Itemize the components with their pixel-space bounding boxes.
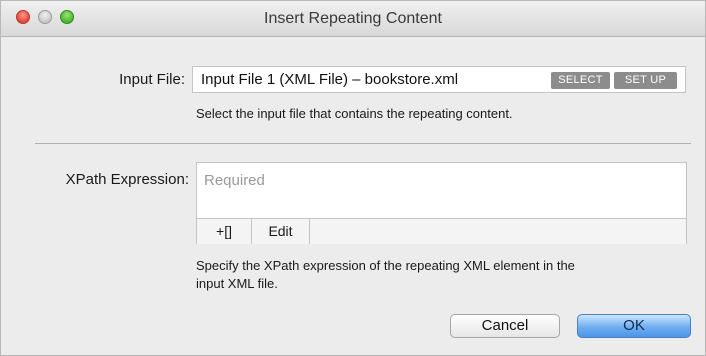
edit-button[interactable]: Edit — [252, 219, 310, 244]
window-title: Insert Repeating Content — [264, 10, 442, 27]
set-up-button[interactable]: SET UP — [614, 72, 677, 89]
xpath-expression-label: XPath Expression: — [65, 171, 189, 188]
cancel-button[interactable]: Cancel — [450, 314, 560, 338]
input-file-field[interactable]: Input File 1 (XML File) – bookstore.xml … — [192, 66, 686, 93]
dialog-window: Insert Repeating Content Input File: Inp… — [0, 0, 706, 356]
ok-button[interactable]: OK — [577, 314, 691, 338]
xpath-placeholder: Required — [204, 172, 265, 189]
insert-predicate-button[interactable]: +[] — [197, 219, 252, 244]
select-button[interactable]: SELECT — [551, 72, 610, 89]
input-file-hint: Select the input file that contains the … — [196, 106, 513, 121]
input-file-label: Input File: — [119, 71, 185, 88]
input-file-value: Input File 1 (XML File) – bookstore.xml — [201, 71, 459, 88]
xpath-expression-field[interactable]: Required +[] Edit — [196, 162, 687, 244]
xpath-hint-line-1: Specify the XPath expression of the repe… — [196, 258, 575, 273]
xpath-hint-line-2: input XML file. — [196, 276, 278, 291]
xpath-toolbar: +[] Edit — [197, 218, 686, 244]
title-bar[interactable]: Insert Repeating Content — [1, 1, 705, 37]
section-divider — [35, 143, 691, 144]
